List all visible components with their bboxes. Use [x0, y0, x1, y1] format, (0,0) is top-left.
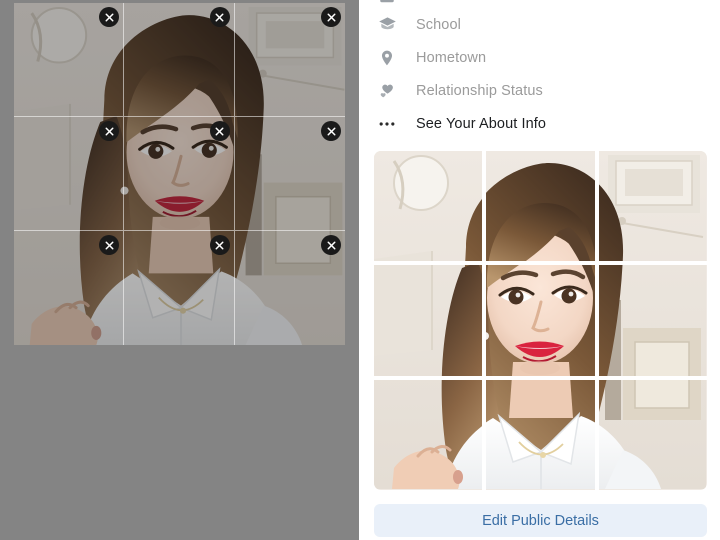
photo-tile[interactable] — [374, 265, 483, 376]
hearts-icon — [376, 80, 398, 102]
about-row-hometown[interactable]: Hometown — [359, 41, 720, 74]
profile-photo-grid[interactable] — [374, 151, 707, 490]
remove-tile-button[interactable] — [99, 7, 120, 27]
editor-tile[interactable] — [14, 231, 125, 345]
editor-tile[interactable] — [14, 3, 125, 117]
profile-about-panel: School Hometown Relationship Status See … — [359, 0, 720, 540]
about-row-label: Relationship Status — [416, 82, 543, 99]
photo-tile[interactable] — [598, 151, 707, 262]
remove-tile-button[interactable] — [321, 235, 341, 255]
graduation-cap-icon — [376, 14, 398, 36]
location-pin-icon — [376, 47, 398, 69]
ellipsis-icon — [376, 113, 398, 135]
photo-grid-editor-overlay — [0, 0, 359, 540]
editor-tile[interactable] — [234, 117, 345, 231]
photo-grid-cells — [374, 151, 707, 490]
editor-photo-grid — [14, 3, 345, 345]
about-row-school[interactable]: School — [359, 8, 720, 41]
remove-tile-button[interactable] — [321, 121, 341, 141]
remove-tile-button[interactable] — [321, 7, 341, 27]
screen: School Hometown Relationship Status See … — [0, 0, 720, 540]
photo-tile[interactable] — [486, 151, 595, 262]
editor-tile[interactable] — [124, 117, 235, 231]
editor-tile[interactable] — [124, 3, 235, 117]
editor-tile[interactable] — [124, 231, 235, 345]
remove-tile-button[interactable] — [209, 235, 230, 255]
remove-tile-button[interactable] — [99, 121, 120, 141]
editor-tile[interactable] — [14, 117, 125, 231]
edit-public-details-button[interactable]: Edit Public Details — [374, 504, 707, 537]
about-row-workplace[interactable] — [359, 0, 720, 8]
photo-tile[interactable] — [374, 151, 483, 262]
remove-tile-button[interactable] — [209, 7, 230, 27]
photo-tile[interactable] — [486, 265, 595, 376]
about-row-label: School — [416, 16, 461, 33]
photo-tile[interactable] — [598, 379, 707, 490]
about-row-relationship-status[interactable]: Relationship Status — [359, 74, 720, 107]
photo-tile[interactable] — [486, 379, 595, 490]
about-row-label: See Your About Info — [416, 115, 547, 132]
photo-tile[interactable] — [598, 265, 707, 376]
about-row-see-your-about-info[interactable]: See Your About Info — [359, 107, 720, 140]
photo-tile[interactable] — [374, 379, 483, 490]
about-row-label: Hometown — [416, 49, 487, 66]
editor-tile[interactable] — [235, 231, 345, 345]
workplace-icon — [376, 0, 398, 8]
remove-tile-button[interactable] — [209, 121, 230, 141]
remove-tile-button[interactable] — [99, 235, 120, 255]
editor-tile[interactable] — [234, 3, 345, 117]
editor-cell-overlay — [14, 3, 345, 345]
about-info-list: School Hometown Relationship Status See … — [359, 0, 720, 140]
